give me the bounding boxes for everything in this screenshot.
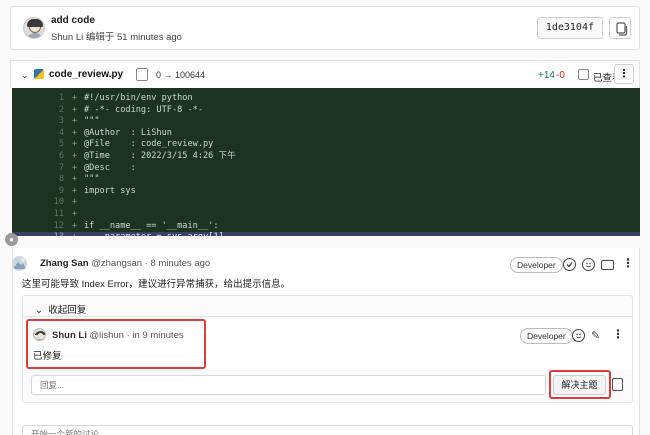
added-marker: +	[72, 174, 78, 185]
move-to-issue-icon[interactable]	[612, 378, 623, 391]
comment-header: Zhang San @zhangsan · 8 minutes ago	[40, 258, 210, 269]
lines-removed: -0	[556, 70, 565, 81]
line-number[interactable]: 10	[42, 197, 64, 209]
file-name[interactable]: code_review.py	[49, 69, 123, 80]
code-text: """	[84, 116, 100, 127]
code-text: """	[84, 174, 100, 185]
code-line: 9 + import sys	[12, 186, 640, 198]
added-marker: +	[72, 116, 78, 127]
line-number[interactable]: 11	[42, 209, 64, 221]
line-number[interactable]: 4	[42, 128, 64, 140]
resolve-thread-button[interactable]: 解决主题	[553, 375, 606, 395]
added-marker: +	[72, 197, 78, 208]
code-line: 7 + @Desc :	[12, 163, 640, 175]
code-line: 3 + """	[12, 116, 640, 128]
commit-author-line: Shun Li 编辑于 51 minutes ago	[51, 32, 182, 43]
code-text: @Desc :	[84, 162, 136, 173]
emoji-reaction-icon[interactable]	[572, 329, 585, 342]
emoji-reaction-icon[interactable]	[582, 258, 595, 271]
code-line: 5 + @File : code_review.py	[12, 139, 640, 151]
line-number[interactable]: 3	[42, 116, 64, 128]
added-marker: +	[72, 127, 78, 138]
commit-sha[interactable]: 1de3104f	[536, 17, 603, 39]
line-number[interactable]: 2	[42, 105, 64, 117]
code-text: parameter = sys.argv[1]	[84, 232, 224, 236]
code-text: import sys	[84, 185, 136, 196]
comment-author[interactable]: Zhang San	[40, 258, 89, 269]
line-number[interactable]: 6	[42, 151, 64, 163]
commit-header: add code Shun Li 编辑于 51 minutes ago 1de3…	[10, 6, 640, 50]
resolve-check-icon[interactable]	[563, 258, 576, 271]
chevron-down-icon: ⌄	[35, 305, 49, 316]
added-marker: +	[72, 104, 78, 115]
added-marker: +	[72, 139, 78, 150]
added-marker: +	[72, 220, 78, 231]
code-line: 2 + # -*- coding: UTF-8 -*-	[12, 105, 640, 117]
code-line: 6 + @Time : 2022/3/15 4:26 下午	[12, 151, 640, 163]
file-options-button[interactable]: ⋮	[614, 64, 634, 84]
reply-input[interactable]: 回复...	[31, 375, 546, 395]
line-number[interactable]: 8	[42, 174, 64, 186]
file-mode: 0 → 100644	[156, 70, 206, 80]
line-number[interactable]: 7	[42, 163, 64, 175]
comment-options-icon[interactable]: ⋮	[622, 256, 634, 270]
collapse-replies-label: 收起回复	[48, 305, 87, 316]
author-avatar[interactable]	[23, 17, 45, 39]
code-line: 13 + parameter = sys.argv[1]	[12, 232, 640, 236]
added-marker: +	[72, 185, 78, 196]
reply-icon[interactable]	[601, 260, 614, 270]
added-marker: +	[72, 162, 78, 173]
code-line: 12 + if __name__ == '__main__':	[12, 221, 640, 233]
edit-pencil-icon[interactable]: ✎	[591, 329, 600, 342]
collapse-replies-toggle[interactable]: ⌄ 收起回复	[35, 302, 86, 316]
code-line: 4 + @Author : LiShun	[12, 128, 640, 140]
role-badge: Developer	[510, 257, 563, 273]
reply-options-icon[interactable]: ⋮	[612, 327, 624, 341]
python-file-icon	[34, 69, 44, 79]
added-marker: +	[72, 93, 78, 103]
viewed-checkbox[interactable]	[578, 69, 589, 80]
file-header: ⌄ code_review.py 0 → 100644 +14 -0 已查看 ⋮	[10, 60, 640, 88]
line-number[interactable]: 1	[42, 93, 64, 105]
added-marker: +	[72, 151, 78, 161]
added-marker: +	[72, 209, 78, 219]
copy-path-icon[interactable]	[136, 68, 148, 81]
copy-icon	[616, 22, 628, 36]
commenter-avatar[interactable]	[12, 256, 27, 271]
code-line: 8 + """	[12, 174, 640, 186]
line-number[interactable]: 9	[42, 186, 64, 198]
added-marker: +	[72, 232, 77, 236]
code-text: #!/usr/bin/env python	[84, 93, 193, 103]
comment-indicator-icon[interactable]: ●	[5, 233, 18, 246]
code-text: # -*- coding: UTF-8 -*-	[84, 104, 203, 115]
new-discussion-input[interactable]: 开始一个新的讨论...	[22, 425, 633, 435]
code-diff: 1 + #!/usr/bin/env python 2 + # -*- coding: U…	[12, 88, 640, 236]
line-number[interactable]: 12	[42, 221, 64, 233]
code-line: 1 + #!/usr/bin/env python	[12, 93, 640, 105]
reply-role-badge: Developer	[520, 328, 573, 344]
commit-title[interactable]: add code	[51, 15, 95, 26]
code-line: 11 +	[12, 209, 640, 221]
line-number[interactable]: 13	[42, 232, 64, 236]
line-number[interactable]: 5	[42, 139, 64, 151]
code-line: 10 +	[12, 197, 640, 209]
comment-meta: @zhangsan · 8 minutes ago	[91, 258, 211, 269]
lines-added: +14	[538, 70, 555, 81]
code-text: @File : code_review.py	[84, 139, 214, 150]
comment-body: 这里可能导致 Index Error，建议进行异常捕获，给出提示信息。	[22, 279, 291, 290]
code-text: @Time : 2022/3/15 4:26 下午	[84, 151, 236, 161]
highlight-box	[26, 319, 206, 369]
copy-sha-button[interactable]	[609, 17, 631, 39]
code-text: @Author : LiShun	[84, 127, 172, 138]
chevron-down-icon[interactable]: ⌄	[21, 70, 29, 81]
code-text: if __name__ == '__main__':	[84, 220, 219, 231]
